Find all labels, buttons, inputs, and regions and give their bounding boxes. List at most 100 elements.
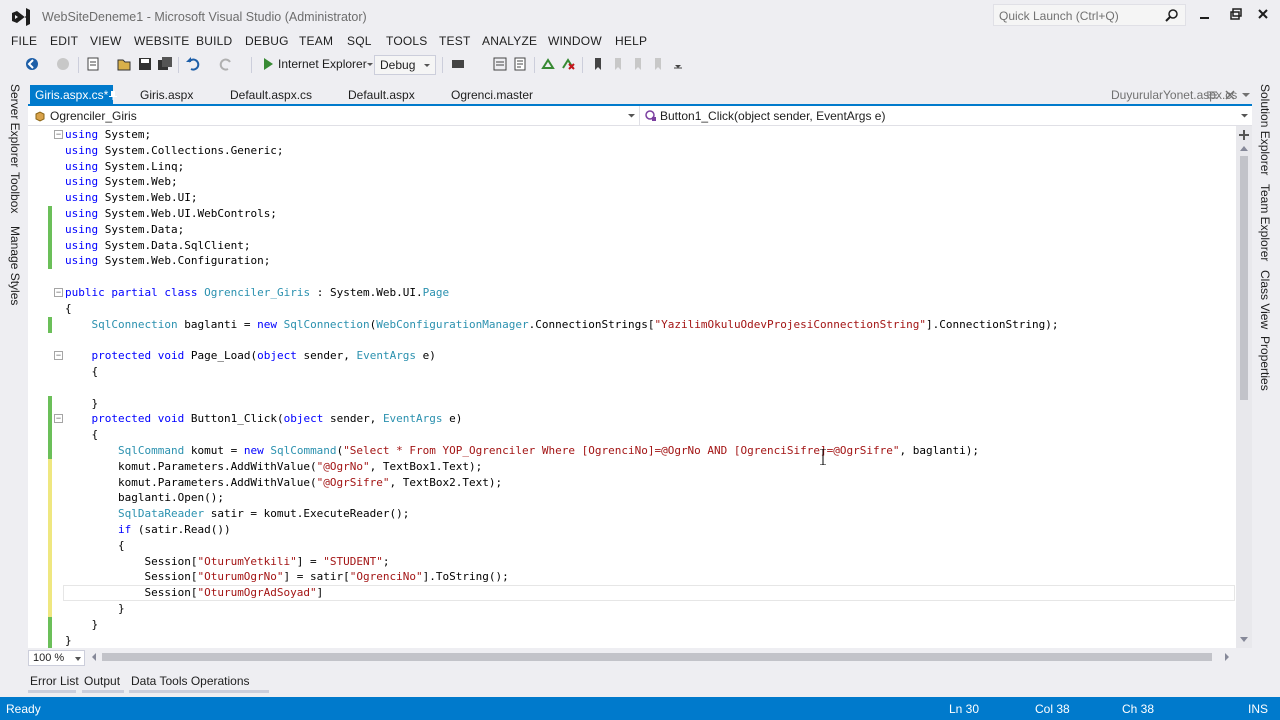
code-line[interactable]: } [65,396,98,412]
code-editor[interactable]: using System; − using System.Collections.G… [28,126,1252,648]
undo-icon[interactable] [185,56,201,72]
browser-link-icon[interactable] [450,56,466,72]
menu-analyze[interactable]: ANALYZE [482,34,537,48]
menu-tools[interactable]: TOOLS [386,34,427,48]
menu-website[interactable]: WEBSITE [134,34,189,48]
previous-bookmark-icon[interactable] [610,56,626,72]
code-line[interactable]: using System; [65,127,151,143]
menu-help[interactable]: HELP [615,34,647,48]
navigate-back-icon[interactable] [24,56,40,72]
menu-test[interactable]: TEST [439,34,470,48]
menu-file[interactable]: FILE [11,34,37,48]
tab-output[interactable]: Output [84,674,120,688]
menu-team[interactable]: TEAM [299,34,333,48]
code-line[interactable]: Session["OturumYetkili"] = "STUDENT"; [65,554,389,570]
vertical-scrollbar-thumb[interactable] [1240,156,1248,400]
code-line[interactable]: { [65,427,98,443]
class-view-tab[interactable]: Class View [1258,270,1272,329]
code-line[interactable]: { [65,364,98,380]
code-line[interactable]: using System.Web.Configuration; [65,253,270,269]
code-line[interactable]: if (satir.Read()) [65,522,231,538]
split-window-icon[interactable] [1239,130,1249,140]
tab-default-aspx[interactable]: Default.aspx [343,85,420,104]
code-line[interactable]: protected void Button1_Click(object send… [65,411,463,427]
code-line[interactable]: using System.Web.UI; [65,190,197,206]
clear-breakpoints-icon[interactable] [560,56,576,72]
code-line[interactable]: { [65,301,72,317]
code-line[interactable]: Session["OturumOgrAdSoyad"] [65,585,323,601]
tab-ogrenci-master[interactable]: Ogrenci.master [446,85,538,104]
close-button[interactable] [1253,6,1273,24]
menu-build[interactable]: BUILD [196,34,232,48]
code-line[interactable]: using System.Data.SqlClient; [65,238,250,254]
restore-button[interactable] [1224,6,1244,24]
code-line[interactable]: SqlCommand komut = new SqlCommand("Selec… [65,443,979,459]
code-line[interactable]: { [65,538,125,554]
save-all-icon[interactable] [157,56,173,72]
collapse-outline-icon[interactable]: − [54,351,63,361]
menu-edit[interactable]: EDIT [50,34,78,48]
code-line[interactable]: Session["OturumOgrNo"] = satir["OgrenciN… [65,569,508,585]
code-line[interactable]: using System.Linq; [65,159,184,175]
code-line[interactable]: public partial class Ogrenciler_Giris : … [65,285,449,301]
save-icon[interactable] [137,56,153,72]
next-bookmark-icon[interactable] [630,56,646,72]
manage-styles-tab[interactable]: Manage Styles [8,226,22,305]
code-line[interactable]: } [65,601,125,617]
server-explorer-tab[interactable]: Server Explorer [8,84,22,167]
code-line[interactable]: using System.Web; [65,174,178,190]
minimize-button[interactable] [1194,6,1214,24]
collapse-outline-icon[interactable]: − [54,414,63,424]
tab-list-dropdown-icon[interactable] [1240,89,1252,101]
quick-launch-input[interactable]: Quick Launch (Ctrl+Q) [993,4,1186,26]
code-line[interactable]: baglanti.Open(); [65,490,224,506]
collapse-outline-icon[interactable]: − [54,288,63,297]
format-document-icon[interactable] [512,56,528,72]
tab-giris-aspx-cs[interactable]: Giris.aspx.cs* [30,85,114,104]
open-file-icon[interactable] [116,56,132,72]
close-tab-icon[interactable] [1224,89,1236,101]
code-line[interactable]: protected void Page_Load(object sender, … [65,348,436,364]
menu-debug[interactable]: DEBUG [245,34,289,48]
member-dropdown-value[interactable]: Button1_Click(object sender, EventArgs e… [660,109,885,123]
code-line[interactable]: SqlDataReader satir = komut.ExecuteReade… [65,506,409,522]
scroll-right-icon[interactable] [1223,652,1231,662]
pin-icon[interactable] [1206,89,1218,101]
code-line[interactable]: SqlConnection baglanti = new SqlConnecti… [65,317,1059,333]
configuration-dropdown[interactable]: Debug [374,55,436,75]
tab-error-list[interactable]: Error List [30,674,79,688]
properties-tab[interactable]: Properties [1258,336,1272,391]
pin-icon[interactable] [108,90,118,100]
scroll-down-icon[interactable] [1239,636,1249,644]
bookmark-icon[interactable] [590,56,606,72]
code-line[interactable]: using System.Collections.Generic; [65,143,284,159]
code-line[interactable]: komut.Parameters.AddWithValue("@OgrNo", … [65,459,482,475]
clear-bookmarks-icon[interactable] [650,56,666,72]
tab-default-aspx-cs[interactable]: Default.aspx.cs [225,85,317,104]
menu-view[interactable]: VIEW [90,34,121,48]
type-dropdown[interactable]: Ogrenciler_Giris [28,106,640,125]
menu-sql[interactable]: SQL [347,34,372,48]
scroll-up-icon[interactable] [1239,144,1249,152]
tab-data-tools-operations[interactable]: Data Tools Operations [131,674,250,688]
collapse-outline-icon[interactable]: − [54,130,63,139]
run-target-label[interactable]: Internet Explorer [278,57,367,71]
team-explorer-tab[interactable]: Team Explorer [1258,184,1272,261]
chevron-down-icon[interactable] [1240,111,1249,120]
tab-giris-aspx[interactable]: Giris.aspx [135,85,198,104]
toggle-breakpoint-icon[interactable] [540,56,556,72]
code-line[interactable]: using System.Data; [65,222,184,238]
code-line[interactable]: using System.Web.UI.WebControls; [65,206,277,222]
redo-icon[interactable] [218,56,234,72]
tab-duyurular-yonet[interactable]: DuyurularYonet.aspx.cs [1111,88,1237,102]
horizontal-scrollbar-thumb[interactable] [102,653,1212,661]
search-icon[interactable] [1165,8,1179,22]
menu-window[interactable]: WINDOW [548,34,602,48]
find-in-files-icon[interactable] [492,56,508,72]
toolbox-tab[interactable]: Toolbox [8,172,22,213]
navigate-forward-icon[interactable] [55,56,71,72]
code-line[interactable]: komut.Parameters.AddWithValue("@OgrSifre… [65,475,502,491]
start-debugging-icon[interactable] [260,56,276,72]
toolbar-overflow-icon[interactable] [670,56,686,72]
zoom-dropdown[interactable]: 100 % [28,650,85,666]
